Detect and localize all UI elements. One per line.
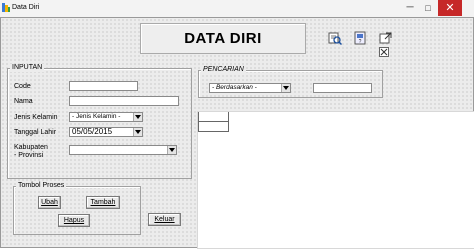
chevron-down-icon[interactable]	[167, 146, 176, 154]
inputan-group: INPUTAN Code Nama Jenis Kelamin - Jenis …	[7, 64, 192, 179]
minimize-button[interactable]: ─	[402, 0, 418, 16]
data-grid[interactable]	[197, 111, 474, 249]
nama-label: Nama	[14, 98, 33, 105]
search-input[interactable]	[313, 83, 372, 93]
window-title: Data Diri	[12, 4, 40, 11]
maximize-button[interactable]: □	[420, 0, 436, 16]
pencarian-legend: PENCARIAN	[201, 66, 246, 74]
export-icon[interactable]	[379, 31, 393, 45]
application-window: Data Diri ─ □ ✕ DATA DIRI ? INPUTAN Code…	[0, 0, 474, 249]
form-area: DATA DIRI ? INPUTAN Code Nama Jenis Kela…	[0, 17, 474, 249]
tanggal-lahir-value: 05/05/2015	[72, 127, 113, 136]
kabupaten-label-line1: Kabupaten	[14, 144, 48, 151]
jenis-kelamin-select[interactable]: - Jenis Kelamin -	[69, 112, 143, 122]
close-doc-icon[interactable]	[379, 47, 389, 57]
ubah-button[interactable]: Ubah	[38, 196, 61, 209]
print-preview-icon[interactable]: ?	[353, 31, 367, 45]
search-record-icon[interactable]	[328, 31, 342, 45]
svg-text:?: ?	[359, 39, 362, 45]
jenis-kelamin-value: - Jenis Kelamin -	[72, 113, 121, 120]
chevron-down-icon[interactable]	[133, 113, 142, 121]
app-icon	[2, 3, 10, 12]
nama-input[interactable]	[69, 96, 179, 106]
close-button[interactable]: ✕	[438, 0, 462, 16]
tombol-proses-group: Tombol Proses Ubah Tambah Hapus	[13, 182, 141, 235]
chevron-down-icon[interactable]	[281, 84, 290, 92]
kabupaten-label-line2: - Provinsi	[14, 152, 44, 159]
hapus-button[interactable]: Hapus	[58, 214, 90, 227]
header-panel: DATA DIRI	[140, 23, 306, 54]
tombol-proses-legend: Tombol Proses	[16, 182, 67, 190]
page-title: DATA DIRI	[184, 30, 262, 47]
pencarian-group: PENCARIAN - Berdasarkan -	[198, 66, 383, 98]
berdasarkan-select[interactable]: - Berdasarkan -	[209, 83, 291, 93]
tanggal-lahir-label: Tanggal Lahir	[14, 129, 57, 136]
grid-column-divider	[198, 112, 199, 131]
chevron-down-icon[interactable]	[133, 128, 142, 136]
kabupaten-select[interactable]	[69, 145, 177, 155]
grid-row-cell[interactable]	[198, 121, 229, 132]
keluar-button[interactable]: Keluar	[148, 213, 181, 226]
title-bar: Data Diri ─ □ ✕	[0, 0, 474, 18]
tambah-button[interactable]: Tambah	[86, 196, 120, 209]
code-input[interactable]	[69, 81, 138, 91]
code-label: Code	[14, 83, 31, 90]
jenis-kelamin-label: Jenis Kelamin	[14, 114, 58, 121]
berdasarkan-value: - Berdasarkan -	[212, 84, 257, 91]
inputan-legend: INPUTAN	[10, 64, 45, 72]
tanggal-lahir-picker[interactable]: 05/05/2015	[69, 127, 143, 137]
